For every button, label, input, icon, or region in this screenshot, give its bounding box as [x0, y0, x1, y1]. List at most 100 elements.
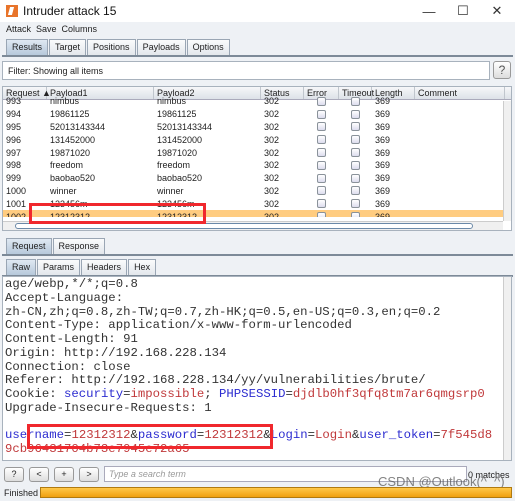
table-cell	[304, 135, 339, 145]
tab-positions[interactable]: Positions	[87, 39, 136, 55]
window-title: Intruder attack 15	[23, 4, 117, 18]
table-cell: 369	[375, 109, 391, 120]
checkbox	[317, 122, 326, 132]
burp-logo-icon	[6, 5, 18, 17]
main-tabs: Results Target Positions Payloads Option…	[6, 39, 230, 55]
tab-params[interactable]: Params	[37, 259, 81, 275]
table-row[interactable]: 994 19861125 19861125 302 369	[3, 108, 511, 121]
checkbox	[317, 186, 326, 196]
close-button[interactable]: ✕	[480, 0, 514, 22]
checkbox	[317, 148, 326, 158]
table-row[interactable]: 993 nimbus nimbus 302 369	[3, 95, 511, 108]
table-cell	[339, 109, 372, 119]
table-cell: baobao520	[157, 173, 203, 184]
maximize-button[interactable]: ☐	[446, 0, 480, 22]
param-value: djdlb0hf3qfq8tm7ar6qmgsrp0	[292, 387, 485, 401]
param-value: 7f545d8	[440, 428, 493, 443]
tab-target[interactable]: Target	[49, 39, 87, 55]
tab-response[interactable]: Response	[52, 238, 106, 254]
vertical-scrollbar[interactable]	[503, 101, 511, 221]
code-line: Content-Type: application/x-www-form-url…	[5, 318, 509, 333]
table-cell	[304, 186, 339, 196]
checkbox	[351, 160, 360, 170]
table-cell: 302	[264, 198, 280, 209]
highlight-box	[27, 424, 273, 449]
table-row[interactable]: 996 131452000 131452000 302 369	[3, 133, 511, 146]
checkbox	[317, 135, 326, 145]
code-line: Cookie: security=impossible; PHPSESSID=d…	[5, 387, 509, 402]
tab-hex[interactable]: Hex	[128, 259, 157, 275]
checkbox	[351, 109, 360, 119]
code-text: Cookie:	[5, 387, 65, 401]
table-cell: 302	[264, 211, 280, 217]
table-cell: 302	[264, 185, 280, 196]
code-text: Accept-Language:	[5, 290, 124, 305]
table-cell	[339, 122, 372, 132]
param-name: Login	[270, 428, 308, 443]
highlight-box	[29, 203, 206, 224]
table-row[interactable]: 997 19871020 19871020 302 369	[3, 146, 511, 159]
search-prev-button[interactable]: <	[29, 466, 49, 482]
table-cell	[304, 96, 339, 106]
table-cell	[339, 186, 372, 196]
code-line: zh-CN,zh;q=0.8,zh-TW;q=0.7,zh-HK;q=0.5,e…	[5, 305, 509, 320]
checkbox	[351, 212, 360, 217]
table-cell	[339, 135, 372, 145]
checkbox	[351, 186, 360, 196]
table-cell: 19871020	[157, 147, 198, 158]
code-text: Connection: close	[5, 359, 131, 374]
table-cell: freedom	[50, 160, 84, 171]
table-cell: 369	[375, 173, 391, 184]
code-text: age/webp,*/*;q=0.8	[5, 277, 138, 291]
editor-scrollbar[interactable]	[503, 277, 511, 460]
filter-bar[interactable]: Filter: Showing all items	[2, 61, 490, 80]
tab-request[interactable]: Request	[6, 238, 52, 254]
table-cell: baobao520	[50, 173, 96, 184]
code-line: Connection: close	[5, 359, 509, 375]
table-row[interactable]: 999 baobao520 baobao520 302 369	[3, 172, 511, 185]
minimize-button[interactable]: —	[412, 0, 446, 22]
search-help-button[interactable]: ?	[4, 466, 24, 482]
code-text: ;	[204, 387, 220, 401]
table-cell: 369	[375, 198, 391, 209]
table-cell: 19861125	[157, 109, 197, 120]
table-cell: 993	[6, 96, 22, 107]
tab-raw[interactable]: Raw	[6, 259, 37, 275]
menu-save[interactable]: Save	[36, 24, 57, 34]
table-cell: freedom	[157, 160, 191, 171]
checkbox	[351, 199, 360, 209]
help-button[interactable]: ?	[493, 61, 511, 79]
tab-options[interactable]: Options	[186, 39, 230, 55]
table-row[interactable]: 998 freedom freedom 302 369	[3, 159, 511, 172]
divider	[2, 254, 513, 256]
code-line: Referer: http://192.168.228.134/yy/vulne…	[5, 373, 509, 388]
checkbox	[351, 96, 360, 106]
menu-attack[interactable]: Attack	[6, 24, 31, 34]
table-cell: 131452000	[157, 134, 203, 145]
table-cell: winner	[157, 185, 184, 196]
search-add-button[interactable]: +	[54, 466, 74, 482]
checkbox	[351, 135, 360, 145]
table-cell: 369	[375, 134, 391, 145]
menu-columns[interactable]: Columns	[62, 24, 98, 34]
table-cell: 302	[264, 109, 280, 120]
table-cell: 52013143344	[50, 121, 106, 132]
table-cell: nimbus	[50, 96, 80, 107]
search-next-button[interactable]: >	[79, 466, 99, 482]
tab-payloads[interactable]: Payloads	[136, 39, 186, 55]
table-cell	[304, 160, 339, 170]
checkbox	[351, 122, 360, 132]
table-cell	[339, 212, 372, 217]
table-row[interactable]: 995 52013143344 52013143344 302 369	[3, 121, 511, 134]
table-cell: nimbus	[157, 96, 187, 107]
tab-headers[interactable]: Headers	[81, 259, 128, 275]
checkbox	[351, 173, 360, 183]
tab-results[interactable]: Results	[6, 39, 49, 55]
table-cell: 369	[375, 121, 391, 132]
param-value: impossible	[130, 387, 205, 401]
table-row[interactable]: 1000 winner winner 302 369	[3, 185, 511, 198]
checkbox	[317, 199, 326, 209]
code-line: Upgrade-Insecure-Requests: 1	[5, 401, 509, 416]
table-cell: 369	[375, 185, 391, 196]
table-cell: 302	[264, 160, 280, 171]
